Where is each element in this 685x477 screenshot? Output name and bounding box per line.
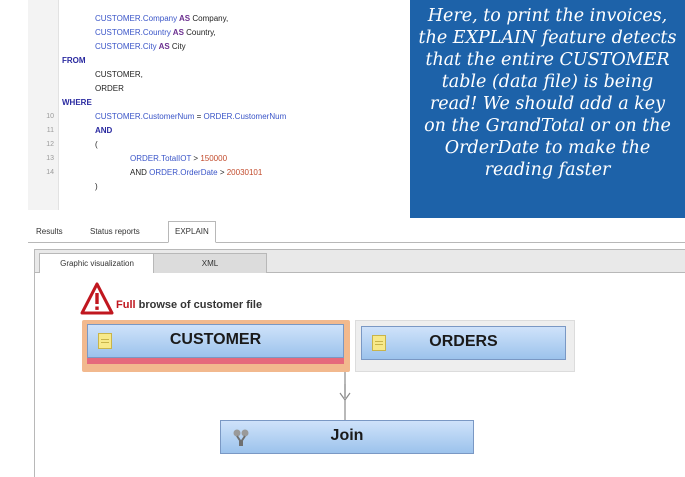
- line-number: 11: [46, 127, 54, 134]
- code-text: CUSTOMER.Country AS Country,: [95, 26, 216, 40]
- code-text: CUSTOMER.City AS City: [95, 40, 186, 54]
- tab-graphic-visualization[interactable]: Graphic visualization: [39, 253, 155, 274]
- code-token: >: [191, 154, 201, 163]
- table-node-customer[interactable]: CUSTOMER: [87, 324, 344, 358]
- callout-line: read! We should add a key: [429, 94, 666, 114]
- result-tab-bar: Results Status reports EXPLAIN: [28, 218, 685, 243]
- code-text: (: [95, 138, 98, 152]
- table-node-label: ORDERS: [429, 333, 498, 350]
- explain-subtab-bar: Graphic visualization XML: [35, 250, 685, 274]
- join-node[interactable]: Join: [220, 420, 474, 454]
- callout-line: table (data file) is being: [441, 72, 654, 92]
- tab-explain[interactable]: EXPLAIN: [168, 221, 216, 243]
- line-number: 12: [46, 141, 54, 148]
- code-token: CUSTOMER.Company: [95, 14, 178, 23]
- code-token: AND: [130, 168, 150, 177]
- code-token: 150000: [200, 154, 228, 163]
- code-token: CUSTOMER.CustomerNum: [95, 112, 195, 121]
- code-token: Company,: [192, 14, 229, 23]
- code-token: ORDER.OrderDate: [149, 168, 218, 177]
- explanation-callout: Here, to print the invoices, the EXPLAIN…: [410, 0, 685, 229]
- callout-line: on the GrandTotal or on the: [424, 116, 671, 136]
- code-token: CUSTOMER.Country: [95, 28, 171, 37]
- code-token: City: [171, 42, 186, 51]
- callout-line: that the entire CUSTOMER: [425, 50, 670, 70]
- code-token: CUSTOMER.City: [95, 42, 157, 51]
- line-number: 14: [46, 169, 54, 176]
- code-token: AND: [95, 126, 113, 135]
- code-text: CUSTOMER.CustomerNum = ORDER.CustomerNum: [95, 110, 286, 124]
- code-text: ORDER.TotalIOT > 150000: [130, 152, 227, 166]
- code-token: FROM: [62, 56, 86, 65]
- code-token: AS: [170, 28, 187, 37]
- warning-full-label: Full: [116, 299, 136, 311]
- code-token: ORDER.TotalIOT: [130, 154, 192, 163]
- warning-message: Full browse of customer file: [116, 299, 262, 311]
- code-token: WHERE: [62, 98, 92, 107]
- tab-results[interactable]: Results: [36, 223, 63, 241]
- code-token: ORDER.CustomerNum: [203, 112, 287, 121]
- table-node-orders[interactable]: ORDERS: [361, 326, 566, 360]
- code-text: AND: [95, 124, 112, 138]
- code-token: ORDER: [95, 84, 124, 93]
- join-node-label: Join: [330, 427, 364, 444]
- code-token: =: [194, 112, 204, 121]
- code-text: AND ORDER.OrderDate > 20030101: [130, 166, 262, 180]
- code-text: ): [95, 180, 98, 194]
- warning-icon: [80, 282, 114, 315]
- code-token: AS: [156, 42, 172, 51]
- code-text: CUSTOMER.Company AS Company,: [95, 12, 228, 26]
- code-token: AS: [177, 14, 193, 23]
- callout-line: OrderDate to make the: [444, 138, 651, 158]
- line-number: 10: [46, 113, 54, 120]
- code-text: WHERE: [62, 96, 92, 110]
- callout-line: Here, to print the invoices,: [427, 6, 668, 26]
- code-token: >: [217, 168, 227, 177]
- code-text: CUSTOMER,: [95, 68, 143, 82]
- code-token: ): [95, 182, 98, 191]
- warning-message-text: browse of customer file: [135, 299, 263, 311]
- code-text: FROM: [62, 54, 86, 68]
- tab-status-reports[interactable]: Status reports: [90, 223, 140, 241]
- code-token: (: [95, 140, 98, 149]
- callout-line: the EXPLAIN feature detects: [418, 28, 677, 48]
- full-scan-bar: [87, 358, 344, 364]
- code-token: CUSTOMER,: [95, 70, 143, 79]
- callout-line: reading faster: [484, 160, 611, 180]
- code-token: Country,: [186, 28, 216, 37]
- code-token: 20030101: [226, 168, 263, 177]
- table-node-label: CUSTOMER: [169, 331, 262, 348]
- tab-xml[interactable]: XML: [153, 253, 267, 273]
- code-text: ORDER: [95, 82, 124, 96]
- line-number: 13: [46, 155, 54, 162]
